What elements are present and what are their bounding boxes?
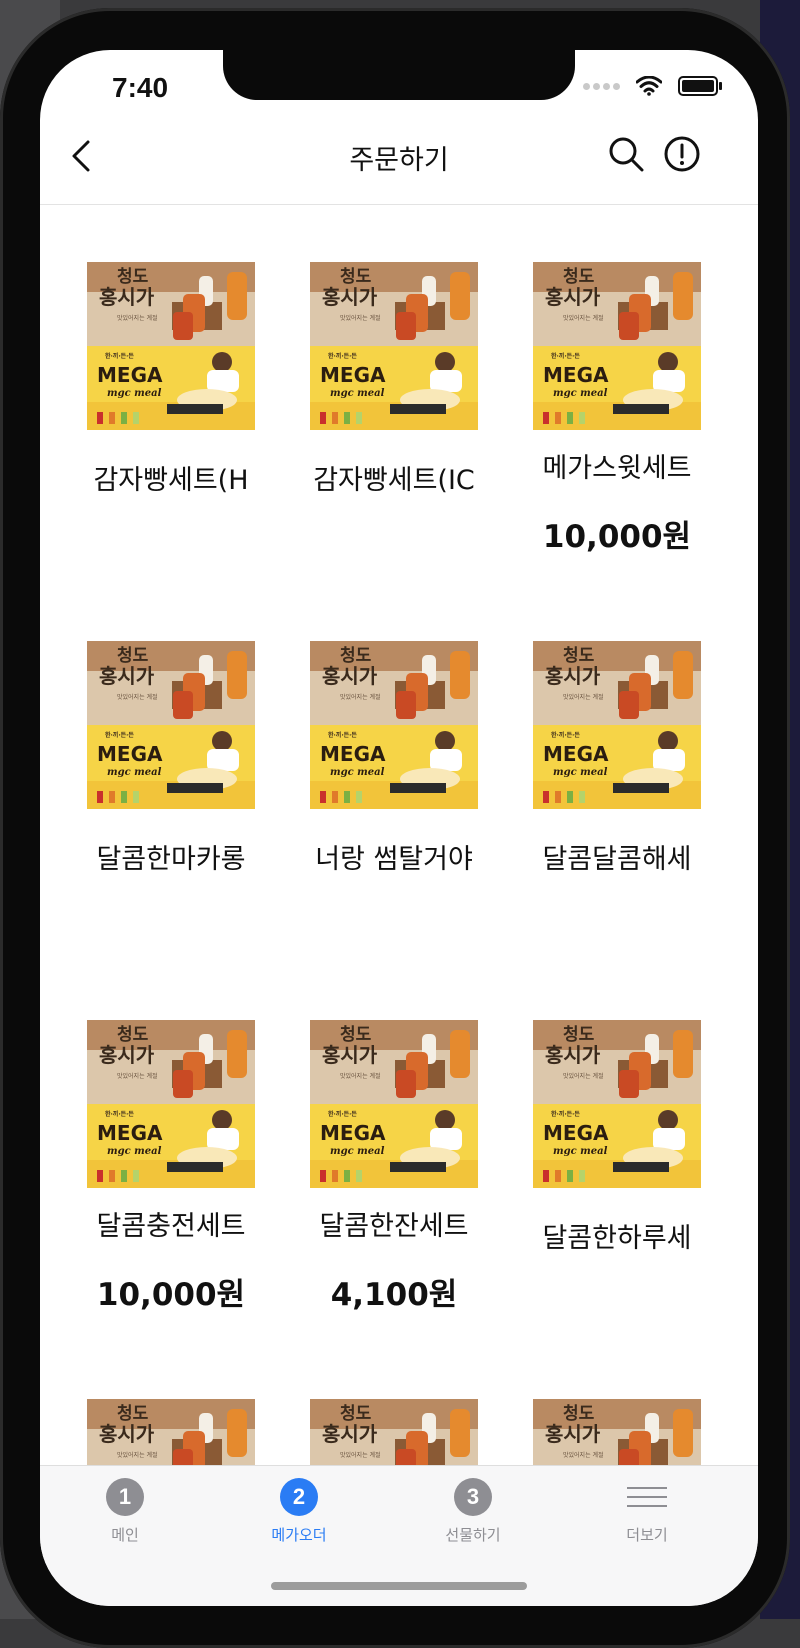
- product-card[interactable]: [71, 1399, 271, 1465]
- product-image: [310, 1399, 478, 1465]
- product-name: 달콤한하루세: [542, 1223, 692, 1254]
- notch: [223, 50, 575, 100]
- page-title: 주문하기: [349, 145, 449, 176]
- product-card[interactable]: 달콤한하루세: [517, 1020, 717, 1281]
- info-icon[interactable]: [662, 134, 702, 174]
- product-image: [87, 1399, 255, 1465]
- status-time: 7:40: [112, 72, 169, 103]
- product-image: [310, 1020, 478, 1188]
- product-card[interactable]: 너랑 썸탈거야: [294, 641, 494, 902]
- product-card[interactable]: [517, 1399, 717, 1465]
- product-name: 달콤달콤해세: [542, 844, 692, 875]
- wifi-icon: [636, 76, 662, 96]
- product-name: 달콤한마카롱: [96, 844, 246, 875]
- product-name: 감자빵세트(IC: [313, 465, 475, 496]
- product-image: [87, 641, 255, 809]
- product-name: 달콤한잔세트: [319, 1211, 469, 1242]
- product-image: [87, 262, 255, 430]
- product-card[interactable]: 달콤충전세트 10,000원: [71, 1020, 271, 1314]
- product-card[interactable]: 달콤한마카롱: [71, 641, 271, 902]
- product-image: [310, 262, 478, 430]
- product-card[interactable]: 달콤한잔세트 4,100원: [294, 1020, 494, 1314]
- product-card[interactable]: 감자빵세트(H: [71, 262, 271, 523]
- product-image: [87, 1020, 255, 1188]
- tab-label: 더보기: [626, 1526, 668, 1544]
- product-name: 너랑 썸탈거야: [315, 844, 473, 875]
- search-icon[interactable]: [606, 134, 646, 174]
- product-card[interactable]: 달콤달콤해세: [517, 641, 717, 902]
- product-price: 10,000원: [96, 1277, 246, 1313]
- product-name: 메가스윗세트: [542, 453, 692, 484]
- tab-label: 선물하기: [445, 1526, 501, 1544]
- product-image: [533, 1399, 701, 1465]
- tab-label: 메인: [111, 1526, 139, 1544]
- product-card[interactable]: [294, 1399, 494, 1465]
- home-indicator: [271, 1582, 527, 1590]
- product-price: 4,100원: [330, 1277, 458, 1313]
- tab-more[interactable]: 더보기: [587, 1478, 707, 1545]
- product-name: 감자빵세트(H: [93, 465, 249, 496]
- product-card[interactable]: 메가스윗세트 10,000원: [517, 262, 717, 556]
- phone-frame: 7:40 주문하기 감자빵세트(H 감자빵세트(IC 메가스윗세트 10,000…: [0, 8, 790, 1648]
- menu-icon: [627, 1478, 667, 1516]
- tab-label: 메가오더: [271, 1526, 327, 1544]
- battery-icon: [678, 76, 722, 96]
- tab-gift[interactable]: 3 선물하기: [413, 1478, 533, 1545]
- status-icons: [583, 76, 722, 96]
- tab-number-badge: 2: [280, 1478, 318, 1516]
- product-price: 10,000원: [542, 519, 692, 555]
- tab-number-badge: 1: [106, 1478, 144, 1516]
- product-image: [533, 641, 701, 809]
- product-image: [533, 262, 701, 430]
- product-grid: 감자빵세트(H 감자빵세트(IC 메가스윗세트 10,000원 달콤한마카롱 너…: [40, 205, 758, 1465]
- product-image: [533, 1020, 701, 1188]
- product-card[interactable]: 감자빵세트(IC: [294, 262, 494, 523]
- product-name: 달콤충전세트: [96, 1211, 246, 1242]
- signal-icon: [583, 82, 620, 90]
- tab-number-badge: 3: [454, 1478, 492, 1516]
- tab-main[interactable]: 1 메인: [65, 1478, 185, 1545]
- product-image: [310, 641, 478, 809]
- app-screen: 7:40 주문하기 감자빵세트(H 감자빵세트(IC 메가스윗세트 10,000…: [40, 50, 758, 1606]
- tab-mega-order[interactable]: 2 메가오더: [239, 1478, 359, 1545]
- navigation-bar: 주문하기: [40, 108, 758, 205]
